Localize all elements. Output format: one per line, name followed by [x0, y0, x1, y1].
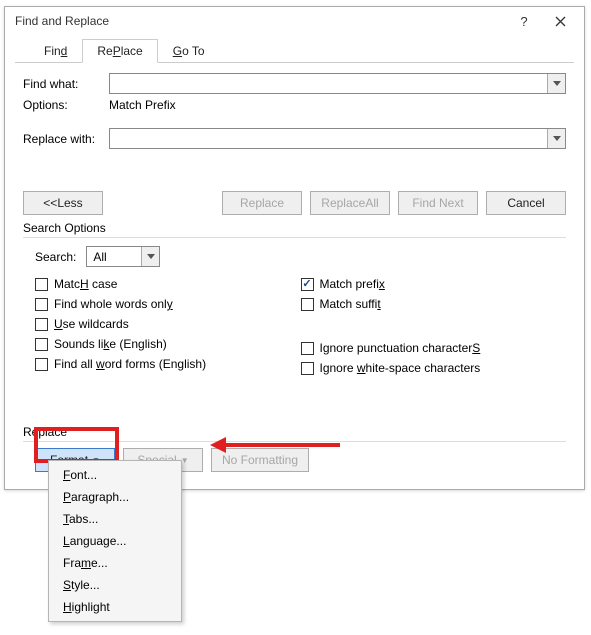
menu-item-language[interactable]: Language...	[49, 530, 181, 552]
cancel-button[interactable]: Cancel	[486, 191, 566, 215]
search-options-label: Search Options	[23, 221, 566, 235]
titlebar: Find and Replace ?	[5, 7, 584, 35]
options-label: Options:	[23, 98, 109, 112]
search-direction-select[interactable]: All	[86, 246, 160, 267]
word-forms-checkbox[interactable]: Find all word forms (English)	[35, 357, 301, 371]
tab-find[interactable]: Find	[29, 39, 82, 63]
replace-section-label: Replace	[23, 425, 566, 439]
search-direction-label: Search:	[35, 250, 76, 264]
close-button[interactable]	[542, 10, 578, 32]
replace-with-dropdown[interactable]	[547, 129, 565, 148]
ignore-whitespace-checkbox[interactable]: Ignore white-space characters	[301, 361, 567, 375]
tab-goto[interactable]: Go To	[158, 39, 220, 63]
match-prefix-checkbox[interactable]: Match prefix	[301, 277, 567, 291]
tab-replace[interactable]: RePlace	[82, 39, 157, 63]
find-next-button[interactable]: Find Next	[398, 191, 478, 215]
chevron-down-icon	[553, 136, 561, 141]
tab-strip: Find RePlace Go To	[15, 39, 574, 63]
menu-item-style[interactable]: Style...	[49, 574, 181, 596]
divider	[23, 441, 566, 442]
search-direction-value: All	[93, 250, 106, 264]
form-area: Find what: Options: Match Prefix Replace…	[5, 63, 584, 149]
help-button[interactable]: ?	[506, 10, 542, 32]
match-suffix-checkbox[interactable]: Match suffit	[301, 297, 567, 311]
whole-words-checkbox[interactable]: Find whole words only	[35, 297, 301, 311]
close-icon	[555, 16, 566, 27]
sounds-like-checkbox[interactable]: Sounds like (English)	[35, 337, 301, 351]
ignore-punct-checkbox[interactable]: Ignore punctuation characterS	[301, 341, 567, 355]
replace-button[interactable]: Replace	[222, 191, 302, 215]
find-what-input[interactable]	[109, 73, 566, 94]
no-formatting-button[interactable]: No Formatting	[211, 448, 309, 472]
divider	[23, 237, 566, 238]
replace-all-button[interactable]: Replace All	[310, 191, 390, 215]
options-value: Match Prefix	[109, 98, 176, 112]
find-replace-dialog: Find and Replace ? Find RePlace Go To Fi…	[4, 6, 585, 490]
menu-item-font[interactable]: Font...	[49, 464, 181, 486]
replace-with-label: Replace with:	[23, 132, 109, 146]
search-direction-arrow[interactable]	[141, 247, 159, 266]
menu-item-highlight[interactable]: Highlight	[49, 596, 181, 618]
menu-item-tabs[interactable]: Tabs...	[49, 508, 181, 530]
match-case-checkbox[interactable]: MatcH case	[35, 277, 301, 291]
chevron-down-icon	[147, 254, 155, 259]
dialog-title: Find and Replace	[15, 14, 506, 28]
chevron-down-icon	[553, 81, 561, 86]
find-what-label: Find what:	[23, 77, 109, 91]
menu-item-paragraph[interactable]: Paragraph...	[49, 486, 181, 508]
menu-item-frame[interactable]: Frame...	[49, 552, 181, 574]
wildcards-checkbox[interactable]: Use wildcards	[35, 317, 301, 331]
action-buttons: << Less Replace Replace All Find Next Ca…	[5, 191, 584, 215]
format-menu: Font... Paragraph... Tabs... Language...…	[48, 460, 182, 622]
less-button[interactable]: << Less	[23, 191, 103, 215]
find-what-dropdown[interactable]	[547, 74, 565, 93]
replace-with-input[interactable]	[109, 128, 566, 149]
